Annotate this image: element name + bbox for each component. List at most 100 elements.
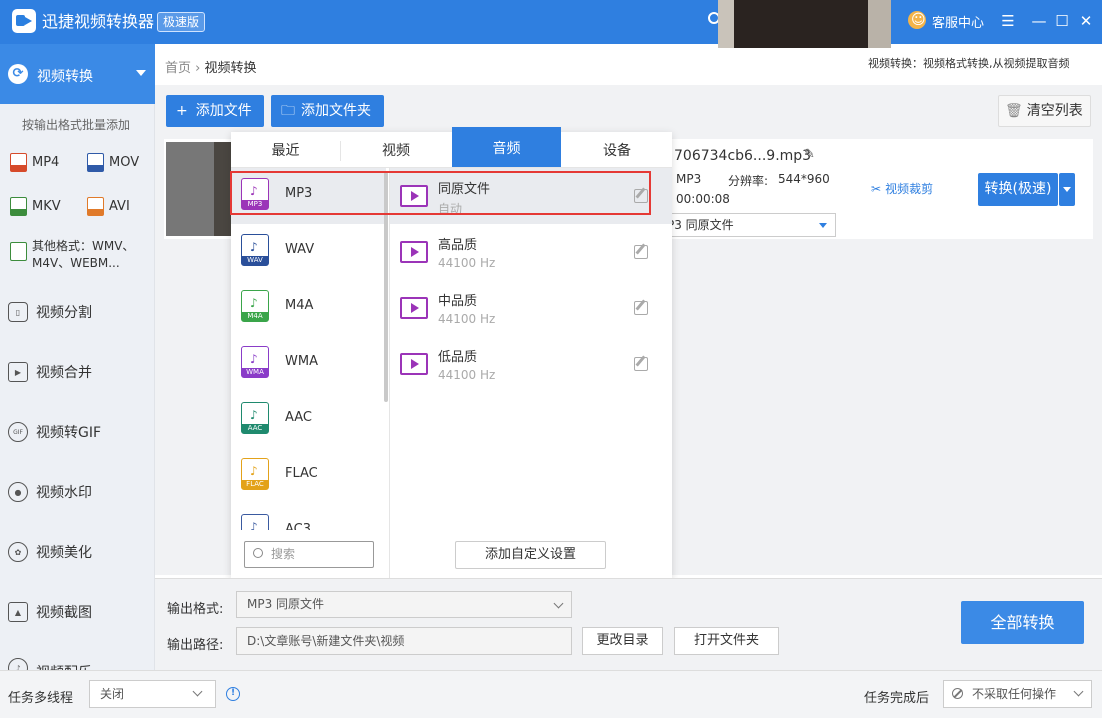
menu-icon[interactable]: ☰: [997, 10, 1019, 32]
format-label: AAC: [285, 410, 312, 425]
add-folder-label: 添加文件夹: [301, 103, 371, 119]
multithread-label: 任务多线程: [8, 691, 74, 706]
split-icon: ▯: [8, 302, 28, 322]
resolution-label: 分辨率:: [728, 174, 769, 188]
format-tag: AAC: [242, 424, 268, 433]
scissors-icon: ✂: [871, 182, 882, 196]
file-name: 706734cb6...9.mp3: [674, 148, 812, 164]
sidebar-item-merge[interactable]: ▶ 视频合并: [0, 352, 155, 392]
minimize-button[interactable]: —: [1028, 10, 1050, 32]
format-item-aac[interactable]: ♪ AAC AAC: [231, 392, 386, 448]
quality-item[interactable]: 高品质 44100 Hz: [390, 224, 672, 280]
add-file-button[interactable]: + 添加文件: [166, 95, 264, 127]
customer-service-link[interactable]: 客服中心: [932, 12, 984, 31]
clear-list-label: 清空列表: [1026, 103, 1083, 119]
edit-icon[interactable]: [634, 301, 648, 315]
other-formats-item[interactable]: 其他格式：WMV、 M4V、WEBM...: [32, 238, 134, 272]
open-folder-button[interactable]: 打开文件夹: [674, 627, 779, 655]
other-formats-line1: 其他格式：WMV、: [32, 239, 135, 253]
output-path-field[interactable]: D:\文章账号\新建文件夹\视频: [236, 627, 572, 655]
breadcrumb-home[interactable]: 首页: [165, 61, 191, 76]
batch-add-label: 按输出格式批量添加: [22, 118, 131, 132]
page-description: 视频转换：视频格式转换,从视频提取音频: [868, 57, 1070, 70]
mp4-file-icon: [10, 152, 27, 172]
clear-list-button[interactable]: 🗑 清空列表: [998, 95, 1091, 127]
music-icon: ♪: [8, 658, 28, 670]
format-tag: M4A: [242, 312, 268, 321]
format-label: WAV: [285, 242, 315, 257]
maximize-button[interactable]: ☐: [1051, 10, 1073, 32]
format-label: MKV: [32, 198, 61, 214]
file-format-select[interactable]: P3 同原文件: [660, 213, 836, 237]
convert-options-dropdown[interactable]: [1059, 173, 1075, 206]
music-note-icon: ♪: [250, 296, 258, 310]
format-mkv-item[interactable]: MKV: [10, 195, 61, 217]
convert-icon: ⟳: [8, 64, 28, 84]
format-label: WMA: [285, 354, 318, 369]
multithread-value: 关闭: [100, 687, 125, 701]
quality-subtitle: 44100 Hz: [438, 368, 496, 382]
sidebar-item-screenshot[interactable]: ▲ 视频截图: [0, 592, 155, 632]
quality-subtitle: 44100 Hz: [438, 312, 496, 326]
tab-audio[interactable]: 音频: [452, 127, 561, 168]
tab-video[interactable]: 视频: [341, 132, 451, 168]
file-thumbnail: [166, 142, 236, 236]
sidebar-item-watermark[interactable]: ● 视频水印: [0, 472, 155, 512]
convert-button[interactable]: 转换(极速): [978, 173, 1058, 206]
chevron-down-icon[interactable]: [136, 70, 146, 76]
format-search-input[interactable]: 搜索: [244, 541, 374, 568]
quality-item[interactable]: 低品质 44100 Hz: [390, 336, 672, 392]
tab-device[interactable]: 设备: [562, 132, 672, 168]
info-icon[interactable]: !: [226, 687, 240, 701]
format-label: AVI: [109, 198, 130, 214]
chevron-down-icon: [1073, 686, 1084, 697]
edit-icon[interactable]: [634, 245, 648, 259]
close-button[interactable]: ✕: [1075, 10, 1097, 32]
music-note-icon: ♪: [250, 240, 258, 254]
add-folder-button[interactable]: 🗀 添加文件夹: [271, 95, 384, 127]
music-note-icon: ♪: [250, 520, 258, 530]
chat-icon[interactable]: ☺: [911, 12, 926, 28]
edit-icon[interactable]: [634, 357, 648, 371]
mov-file-icon: [87, 152, 104, 172]
convert-all-button[interactable]: 全部转换: [961, 601, 1084, 644]
file-format: MP3: [676, 172, 702, 186]
format-item-ac3[interactable]: ♪AC3 AC3: [231, 504, 386, 530]
crop-button[interactable]: ✂ 视频裁剪: [871, 180, 933, 197]
audio-file-icon: ♪ FLAC: [241, 458, 269, 490]
rename-pencil-icon[interactable]: ✎: [804, 147, 815, 162]
after-complete-value: 不采取任何操作: [972, 687, 1057, 701]
film-play-icon: [400, 353, 428, 375]
breadcrumb-separator: ›: [195, 61, 201, 76]
format-mov-item[interactable]: MOV: [87, 151, 139, 173]
format-avi-item[interactable]: AVI: [87, 195, 130, 217]
avi-file-icon: [87, 196, 104, 216]
audio-file-icon: ♪ M4A: [241, 290, 269, 322]
change-directory-button[interactable]: 更改目录: [582, 627, 663, 655]
after-complete-select[interactable]: 不采取任何操作: [943, 680, 1092, 708]
sidebar-item-label: 视频合并: [36, 365, 92, 381]
sidebar-item-label: 视频分割: [36, 305, 92, 321]
merge-icon: ▶: [8, 362, 28, 382]
sidebar-item-music[interactable]: ♪ 视频配乐: [0, 652, 155, 670]
quality-subtitle: 44100 Hz: [438, 256, 496, 270]
add-custom-setting-button[interactable]: 添加自定义设置: [455, 541, 606, 569]
format-item-flac[interactable]: ♪ FLAC FLAC: [231, 448, 386, 504]
sidebar-item-gif[interactable]: GIF 视频转GIF: [0, 412, 155, 452]
multithread-select[interactable]: 关闭: [89, 680, 216, 708]
breadcrumb-current: 视频转换: [204, 61, 257, 76]
sidebar-item-split[interactable]: ▯ 视频分割: [0, 292, 155, 332]
sidebar-item-label: 视频截图: [36, 605, 92, 621]
output-format-select[interactable]: MP3 同原文件: [236, 591, 572, 618]
sidebar-item-beautify[interactable]: ✿ 视频美化: [0, 532, 155, 572]
quality-item[interactable]: 中品质 44100 Hz: [390, 280, 672, 336]
file-format-select-value: P3 同原文件: [667, 218, 734, 232]
tab-recent[interactable]: 最近: [231, 132, 340, 168]
format-item-m4a[interactable]: ♪ M4A M4A: [231, 280, 386, 336]
beautify-icon: ✿: [8, 542, 28, 562]
format-item-wav[interactable]: ♪ WAV WAV: [231, 224, 386, 280]
music-note-icon: ♪: [250, 408, 258, 422]
format-item-wma[interactable]: ♪ WMA WMA: [231, 336, 386, 392]
format-mp4-item[interactable]: MP4: [10, 151, 59, 173]
sidebar-item-label: 视频水印: [36, 485, 92, 501]
